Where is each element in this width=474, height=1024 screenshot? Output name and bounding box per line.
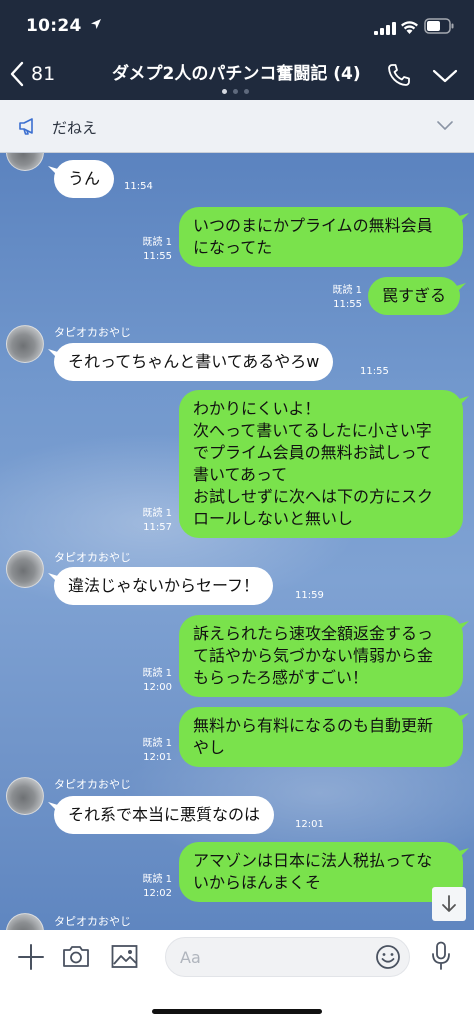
message-time: 11:55 bbox=[333, 299, 362, 310]
message-line: もらったろ感がすごい！ bbox=[193, 668, 369, 687]
sender-name: タピオカおやじ bbox=[54, 326, 131, 339]
outgoing-message[interactable]: 訴えられたら速攻全額返金するっ て話やから気づかない情弱から金 もらったろ感がす… bbox=[179, 615, 463, 697]
incoming-message[interactable]: 違法じゃないからセーフ！ bbox=[54, 567, 274, 605]
message-line: やし bbox=[193, 738, 226, 757]
sender-name: タピオカおやじ bbox=[54, 551, 131, 564]
message-line: わかりにくいよ！ bbox=[193, 399, 321, 418]
message-input[interactable] bbox=[165, 937, 410, 977]
emoji-icon[interactable] bbox=[375, 944, 401, 970]
message-time: 11:57 bbox=[143, 522, 172, 533]
outgoing-message[interactable]: アマゾンは日本に法人税払ってな いからほんまくそ bbox=[179, 842, 463, 902]
incoming-message[interactable]: それ系で本当に悪質なのは bbox=[54, 796, 275, 834]
outgoing-message[interactable]: 罠すぎる bbox=[368, 277, 461, 315]
plus-icon[interactable] bbox=[18, 944, 44, 970]
page-dot bbox=[244, 89, 249, 94]
message-meta: 既読 1 12:01 bbox=[130, 737, 172, 765]
message-line: アマゾンは日本に法人税払ってな bbox=[193, 851, 433, 870]
megaphone-icon bbox=[19, 118, 33, 135]
message-line: いからほんまくそ bbox=[193, 873, 322, 892]
page-indicator bbox=[222, 89, 249, 94]
message-meta: 既読 1 12:00 bbox=[130, 667, 172, 695]
avatar[interactable] bbox=[6, 550, 44, 588]
chat-title: ダメプ2人のパチンコ奮闘記 (4) bbox=[112, 64, 361, 84]
message-line: 訴えられたら速攻全額返金するっ bbox=[193, 624, 434, 643]
battery-icon bbox=[424, 18, 454, 34]
back-button[interactable]: 81 bbox=[10, 58, 55, 90]
image-icon[interactable] bbox=[111, 944, 138, 969]
message-line: て話やから気づかない情弱から金 bbox=[193, 646, 434, 665]
back-chevron-icon bbox=[10, 61, 24, 87]
avatar[interactable] bbox=[6, 777, 44, 815]
message-text: 罠すぎる bbox=[382, 286, 447, 305]
status-time: 10:24 bbox=[26, 16, 82, 36]
message-meta: 既読 1 11:55 bbox=[130, 236, 172, 264]
message-time: 11:55 bbox=[143, 251, 172, 262]
page-dot bbox=[233, 89, 238, 94]
message-time: 12:00 bbox=[143, 682, 172, 693]
signal-icon bbox=[374, 22, 396, 35]
read-receipt: 既読 1 bbox=[142, 738, 172, 749]
read-receipt: 既読 1 bbox=[142, 508, 172, 519]
message-line: 無料から有料になるのも自動更新 bbox=[193, 716, 434, 735]
sender-name: タピオカおやじ bbox=[54, 915, 131, 928]
unread-count: 81 bbox=[31, 63, 56, 85]
home-indicator bbox=[152, 1009, 322, 1014]
message-time: 12:01 bbox=[295, 819, 324, 830]
wifi-icon bbox=[401, 21, 418, 34]
message-text: それ系で本当に悪質なのは bbox=[68, 805, 261, 824]
message-line: ロールしないと無いし bbox=[193, 509, 354, 528]
chat-area[interactable]: うん 11:54 既読 1 11:55 いつのまにかプライムの無料会員 になって… bbox=[0, 153, 474, 930]
message-line: 次へって書いてるしたに小さい字 bbox=[193, 421, 432, 440]
chevron-down-icon[interactable] bbox=[432, 67, 458, 85]
avatar[interactable] bbox=[6, 325, 44, 363]
message-meta: 既読 1 11:55 bbox=[320, 284, 362, 312]
announcement-text: だねえ bbox=[52, 119, 98, 137]
outgoing-message[interactable]: 無料から有料になるのも自動更新 やし bbox=[179, 707, 463, 767]
read-receipt: 既読 1 bbox=[142, 668, 172, 679]
message-text: 違法じゃないからセーフ！ bbox=[68, 576, 260, 595]
message-text: うん bbox=[68, 169, 101, 188]
message-time: 12:02 bbox=[143, 888, 172, 899]
scroll-to-bottom-button[interactable] bbox=[432, 887, 466, 921]
message-time: 11:55 bbox=[360, 366, 389, 377]
arrow-down-icon bbox=[442, 895, 456, 912]
page-dot bbox=[222, 89, 227, 94]
avatar[interactable] bbox=[6, 153, 44, 171]
message-meta: 既読 1 11:57 bbox=[130, 507, 172, 535]
message-time: 11:54 bbox=[124, 181, 153, 192]
message-time: 12:01 bbox=[143, 752, 172, 763]
incoming-message[interactable]: それってちゃんと書いてあるやろw bbox=[54, 343, 334, 381]
message-line: お試しせずに次へは下の方にスク bbox=[193, 487, 434, 506]
message-time: 11:59 bbox=[295, 590, 324, 601]
outgoing-message[interactable]: わかりにくいよ！ 次へって書いてるしたに小さい字 でプライム会員の無料お試しって… bbox=[179, 390, 463, 538]
incoming-message[interactable]: うん bbox=[54, 160, 115, 198]
camera-icon[interactable] bbox=[62, 944, 90, 968]
message-line: いつのまにかプライムの無料会員 bbox=[193, 216, 433, 235]
message-line: でプライム会員の無料お試しって bbox=[193, 443, 432, 462]
message-meta: 既読 1 12:02 bbox=[130, 873, 172, 901]
location-arrow-icon bbox=[91, 19, 101, 29]
outgoing-message[interactable]: いつのまにかプライムの無料会員 になってた bbox=[179, 207, 463, 267]
read-receipt: 既読 1 bbox=[332, 285, 362, 296]
chat-header: 10:24 81 ダメプ2人のパチンコ奮闘記 (4) bbox=[0, 0, 474, 100]
sender-name: タピオカおやじ bbox=[54, 778, 131, 791]
message-line: 書いてあって bbox=[193, 465, 288, 484]
read-receipt: 既読 1 bbox=[142, 237, 172, 248]
chevron-down-icon[interactable] bbox=[436, 120, 454, 132]
avatar[interactable] bbox=[6, 913, 44, 930]
microphone-icon[interactable] bbox=[430, 941, 452, 971]
message-text: それってちゃんと書いてあるやろw bbox=[68, 352, 320, 371]
phone-icon[interactable] bbox=[386, 62, 412, 88]
message-line: になってた bbox=[193, 238, 273, 257]
read-receipt: 既読 1 bbox=[142, 874, 172, 885]
